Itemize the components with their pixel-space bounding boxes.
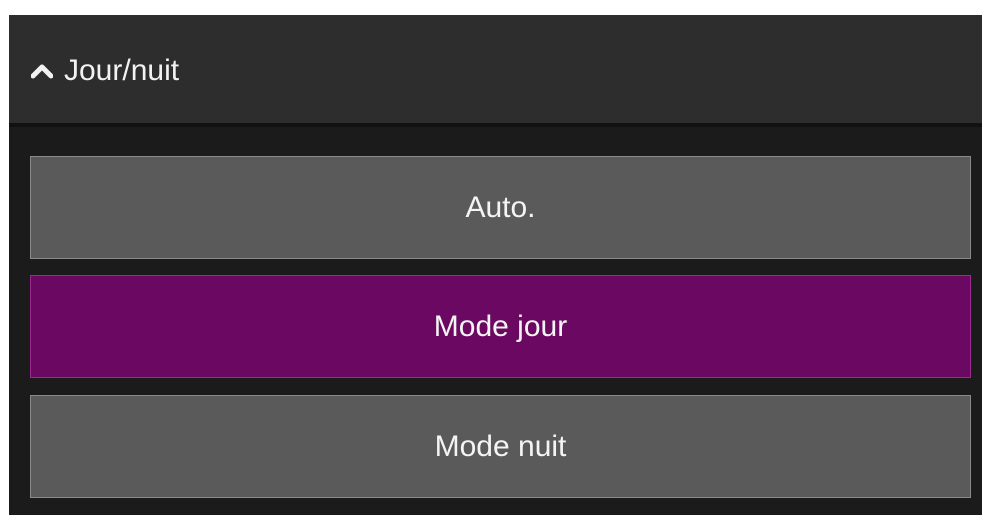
- day-night-panel: Jour/nuit Auto. Mode jour Mode nuit: [9, 15, 982, 515]
- day-mode-label: Mode jour: [433, 309, 568, 343]
- day-mode-button[interactable]: Mode jour: [30, 275, 971, 378]
- day-night-section-header[interactable]: Jour/nuit: [9, 15, 982, 127]
- section-title: Jour/nuit: [64, 54, 180, 87]
- auto-mode-label: Auto.: [465, 190, 536, 224]
- night-mode-button[interactable]: Mode nuit: [30, 395, 971, 498]
- auto-mode-button[interactable]: Auto.: [30, 156, 971, 259]
- chevron-up-icon: [31, 64, 53, 79]
- night-mode-label: Mode nuit: [434, 429, 567, 463]
